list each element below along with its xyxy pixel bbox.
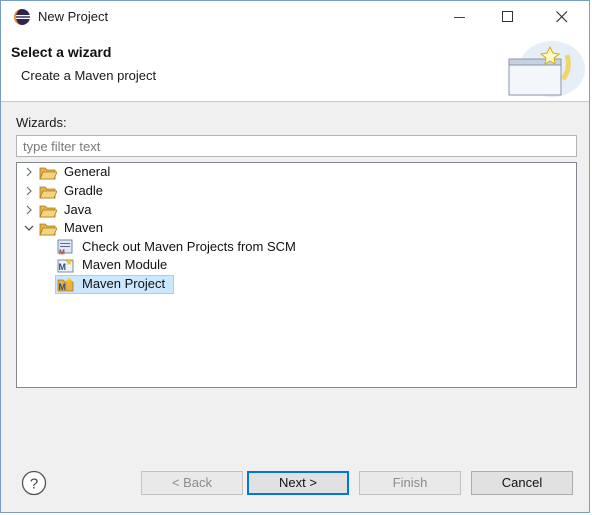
maximize-icon <box>502 11 513 22</box>
banner-description: Create a Maven project <box>21 68 157 83</box>
maximize-button[interactable] <box>485 1 531 33</box>
finish-button[interactable]: Finish <box>359 471 461 495</box>
chevron-right-icon[interactable] <box>22 203 36 217</box>
wizards-label: Wizards: <box>16 115 67 130</box>
svg-text:M: M <box>59 262 67 272</box>
tree-item-label: Java <box>64 202 92 217</box>
tree-item-maven-project[interactable]: M Maven Project <box>57 275 257 294</box>
tree-item-label: Check out Maven Projects from SCM <box>82 239 296 254</box>
chevron-right-icon[interactable] <box>22 184 36 198</box>
tree-item-general[interactable]: General <box>22 163 222 182</box>
new-wizard-banner-icon <box>508 41 585 97</box>
chevron-down-icon[interactable] <box>22 221 36 235</box>
folder-icon <box>39 186 57 199</box>
tree-item-label: General <box>64 164 111 179</box>
wizard-tree[interactable]: General Gradle Java Maven M Check out Ma… <box>16 162 577 388</box>
tree-item-label: Maven <box>64 220 104 235</box>
minimize-button[interactable] <box>437 1 483 33</box>
title-bar[interactable]: New Project <box>1 1 589 33</box>
tree-item-java[interactable]: Java <box>22 201 222 220</box>
tree-item-maven-module[interactable]: M Maven Module <box>57 256 257 275</box>
chevron-right-icon[interactable] <box>22 165 36 179</box>
minimize-icon <box>454 17 465 18</box>
cancel-button[interactable]: Cancel <box>471 471 573 495</box>
close-button[interactable] <box>539 1 585 33</box>
window-title: New Project <box>38 9 109 24</box>
close-icon <box>556 11 568 23</box>
tree-item-label: Maven Module <box>82 257 168 272</box>
tree-item-label: Gradle <box>64 183 104 198</box>
back-button[interactable]: < Back <box>141 471 243 495</box>
tree-item-maven[interactable]: Maven <box>22 219 222 238</box>
maven-module-icon: M <box>57 258 74 273</box>
folder-icon <box>39 205 57 218</box>
filter-input[interactable] <box>16 135 577 157</box>
help-icon[interactable]: ? <box>21 470 47 496</box>
folder-icon <box>39 223 57 236</box>
next-button[interactable]: Next > <box>247 471 349 495</box>
tree-item-label: Maven Project <box>82 276 166 291</box>
tree-item-gradle[interactable]: Gradle <box>22 182 222 201</box>
wizard-banner: Select a wizard Create a Maven project <box>1 33 589 102</box>
banner-title: Select a wizard <box>11 44 112 60</box>
folder-icon <box>39 167 57 180</box>
svg-text:M: M <box>59 282 67 292</box>
svg-text:?: ? <box>30 476 38 493</box>
eclipse-icon <box>14 9 30 25</box>
maven-project-icon: M <box>57 277 74 292</box>
maven-scm-icon: M <box>57 239 73 256</box>
new-project-dialog: New Project Select a wizard Create a Mav… <box>0 0 590 513</box>
tree-item-checkout-maven-scm[interactable]: M Check out Maven Projects from SCM <box>57 238 357 257</box>
